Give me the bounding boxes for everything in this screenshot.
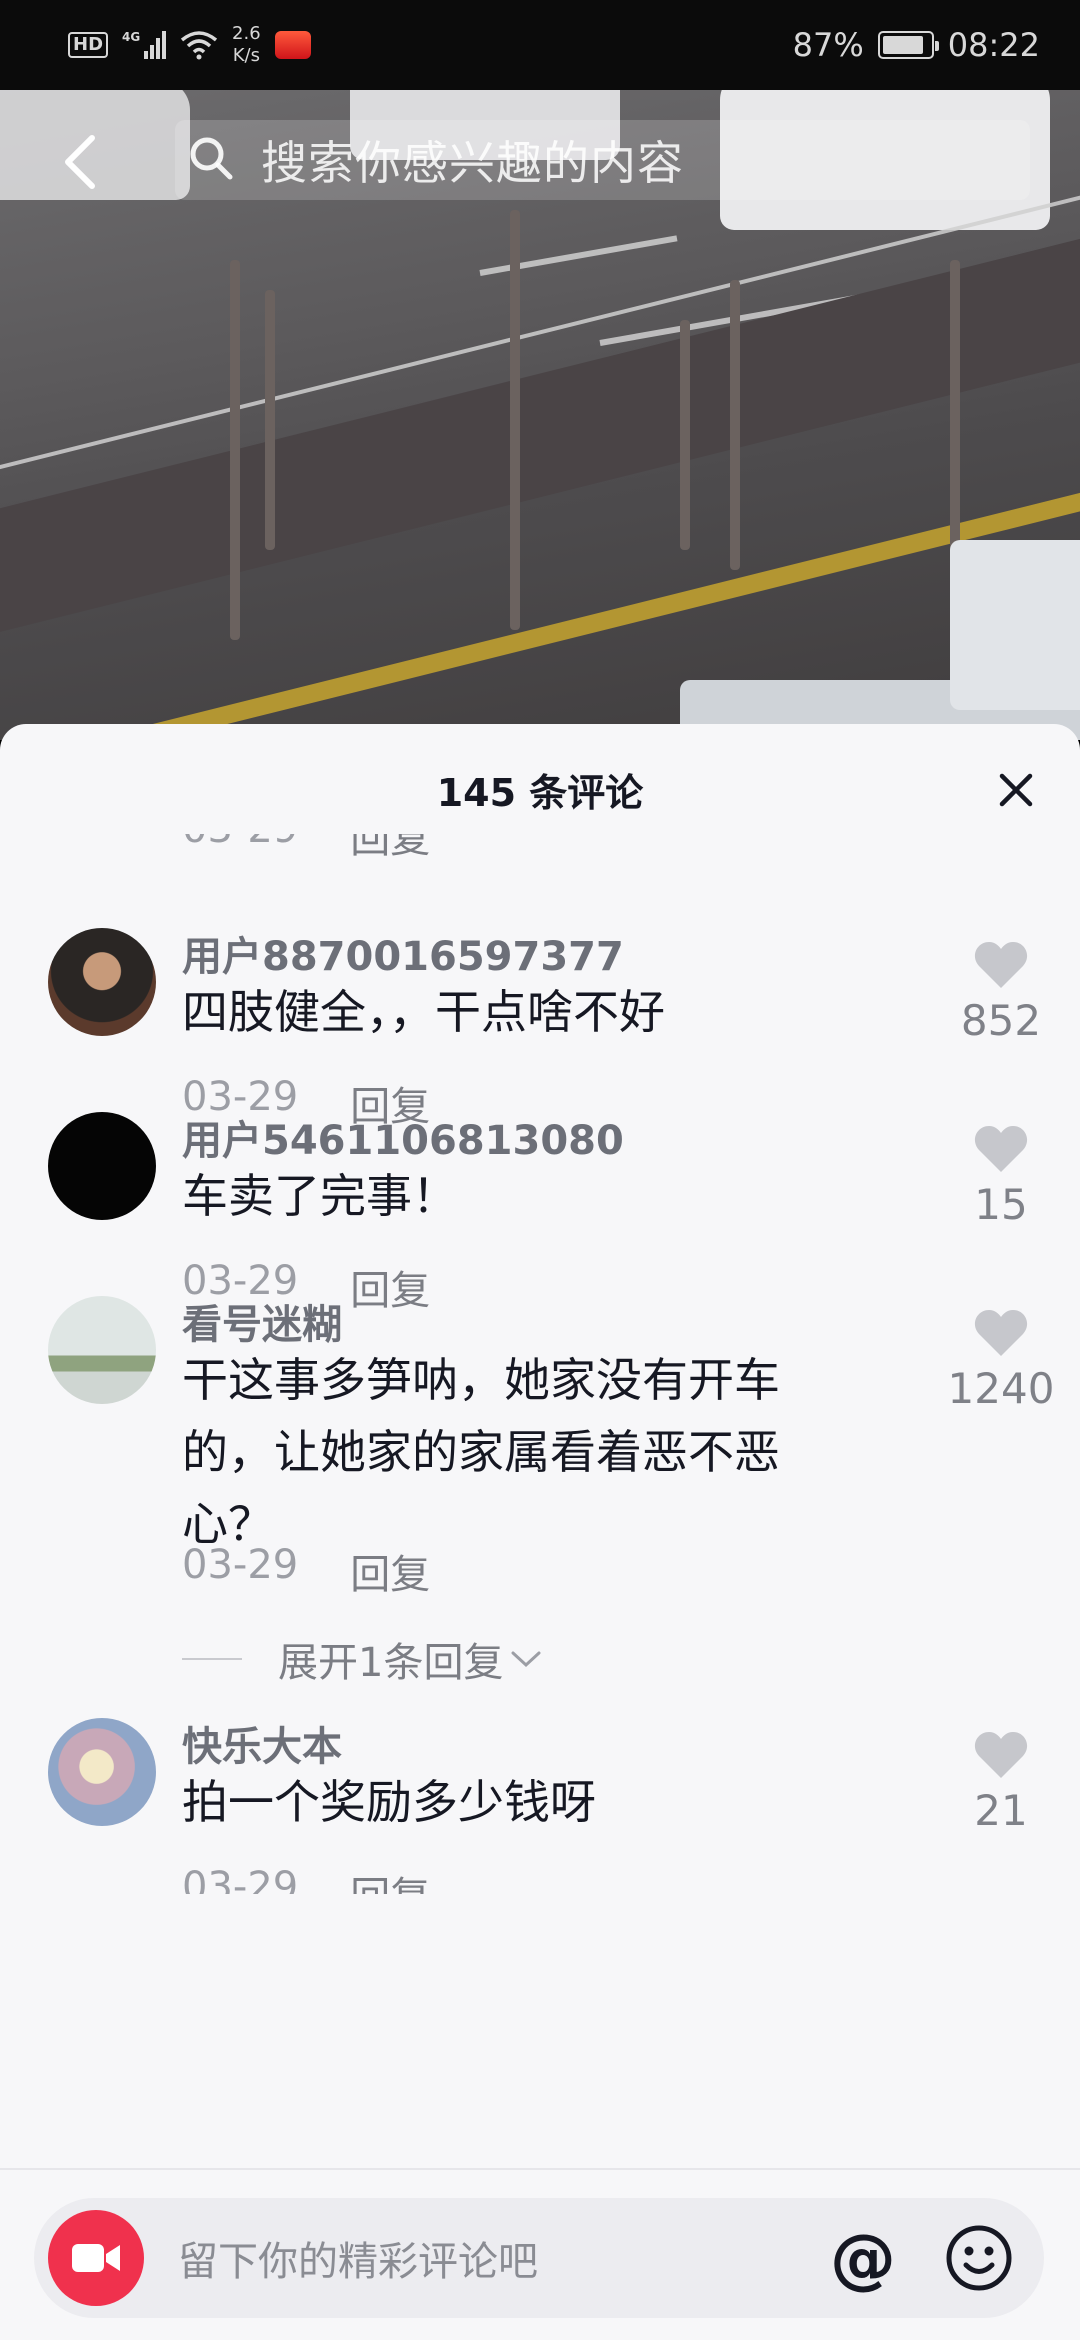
comment-text: 干这事多笋呐，她家没有开车的，让她家的家属看着恶不恶心？ — [182, 1353, 780, 1551]
comment-item: 快乐大本 拍一个奖励多少钱呀 03-29 回复 21 — [0, 1714, 1080, 1894]
close-icon[interactable] — [994, 768, 1038, 812]
like-count: 15 — [974, 1180, 1028, 1229]
comments-title: 145 条评论 — [436, 770, 644, 815]
comments-sheet: 145 条评论 03-29 回复 用户8870016597377 四肢健全，，干… — [0, 724, 1080, 2340]
camera-button[interactable] — [48, 2210, 144, 2306]
comment-username[interactable]: 用户5461106813080 — [182, 1108, 624, 1166]
comment-username[interactable]: 用户8870016597377 — [182, 924, 624, 982]
comment-item: 用户8870016597377 四肢健全，，干点啥不好 03-29 回复 852 — [0, 924, 1080, 1130]
heart-icon — [974, 1310, 1028, 1356]
like-button[interactable]: 21 — [936, 1730, 1066, 1835]
like-button[interactable]: 15 — [936, 1124, 1066, 1229]
avatar[interactable] — [48, 928, 156, 1036]
chevron-down-icon — [511, 1651, 541, 1668]
comment-input-placeholder: 留下你的精彩评论吧 — [178, 2239, 538, 2285]
tree — [230, 260, 240, 640]
reply-button[interactable]: 回复 — [350, 1542, 430, 1600]
avatar[interactable] — [48, 1112, 156, 1220]
back-icon[interactable] — [50, 132, 110, 192]
like-count: 852 — [960, 996, 1042, 1045]
tree — [730, 280, 740, 570]
comment-text: 四肢健全，，干点啥不好 — [182, 985, 665, 1039]
battery-icon — [877, 31, 939, 59]
clock: 08:22 — [947, 26, 1040, 64]
comment-date: 03-29 — [182, 834, 298, 864]
search-icon — [187, 134, 235, 186]
like-button[interactable]: 852 — [936, 940, 1066, 1045]
reply-button[interactable]: 回复 — [350, 1864, 430, 1894]
emoji-icon[interactable] — [944, 2223, 1014, 2293]
comment-text: 拍一个奖励多少钱呀 — [182, 1775, 596, 1829]
comment-input-bar: 留下你的精彩评论吧 @ — [0, 2168, 1080, 2340]
comment-text: 车卖了完事！ — [182, 1169, 458, 1223]
like-count: 1240 — [947, 1364, 1055, 1413]
comment-item: 用户5461106813080 车卖了完事！ 03-29 回复 15 — [0, 1108, 1080, 1314]
list-item-partial: 03-29 回复 — [0, 834, 1080, 886]
signal-icon: 4G — [122, 29, 167, 61]
top-bar: 搜索你感兴趣的内容 — [0, 90, 1080, 230]
median-strip — [0, 231, 1080, 639]
svg-text:4G: 4G — [122, 30, 140, 44]
hd-icon: HD — [68, 32, 109, 58]
app-notification-icon — [274, 31, 311, 59]
net-speed: 2.6 K/s — [232, 23, 261, 66]
wifi-icon — [180, 30, 218, 60]
status-bar: HD 4G 2.6 K/s 87% 08:22 — [0, 0, 1080, 90]
tree — [510, 210, 520, 630]
mention-button[interactable]: @ — [830, 2220, 896, 2297]
battery-percent: 87% — [792, 26, 864, 64]
heart-icon — [974, 942, 1028, 988]
truck-cab-image — [950, 540, 1080, 710]
expand-replies-button[interactable]: 展开1条回复 — [182, 1630, 543, 1688]
search-input[interactable]: 搜索你感兴趣的内容 — [175, 120, 1030, 200]
comment-item: 看号迷糊 干这事多笋呐，她家没有开车的，让她家的家属看着恶不恶心？ 03-29 … — [0, 1292, 1080, 1686]
avatar[interactable] — [48, 1718, 156, 1826]
like-button[interactable]: 1240 — [936, 1308, 1066, 1413]
like-count: 21 — [974, 1786, 1028, 1835]
comment-list[interactable]: 03-29 回复 用户8870016597377 四肢健全，，干点啥不好 03-… — [0, 834, 1080, 1894]
comment-date: 03-29 — [182, 1864, 299, 1894]
tree — [680, 320, 690, 550]
comment-input[interactable]: 留下你的精彩评论吧 @ — [34, 2198, 1044, 2318]
comment-username[interactable]: 看号迷糊 — [182, 1292, 342, 1350]
search-placeholder: 搜索你感兴趣的内容 — [261, 136, 684, 190]
video-camera-icon — [72, 2244, 120, 2272]
avatar[interactable] — [48, 1296, 156, 1404]
heart-icon — [974, 1732, 1028, 1778]
comment-date: 03-29 — [182, 1542, 299, 1588]
heart-icon — [974, 1126, 1028, 1172]
tree — [265, 290, 275, 550]
reply-button[interactable]: 回复 — [350, 834, 430, 864]
comment-username[interactable]: 快乐大本 — [182, 1714, 342, 1772]
